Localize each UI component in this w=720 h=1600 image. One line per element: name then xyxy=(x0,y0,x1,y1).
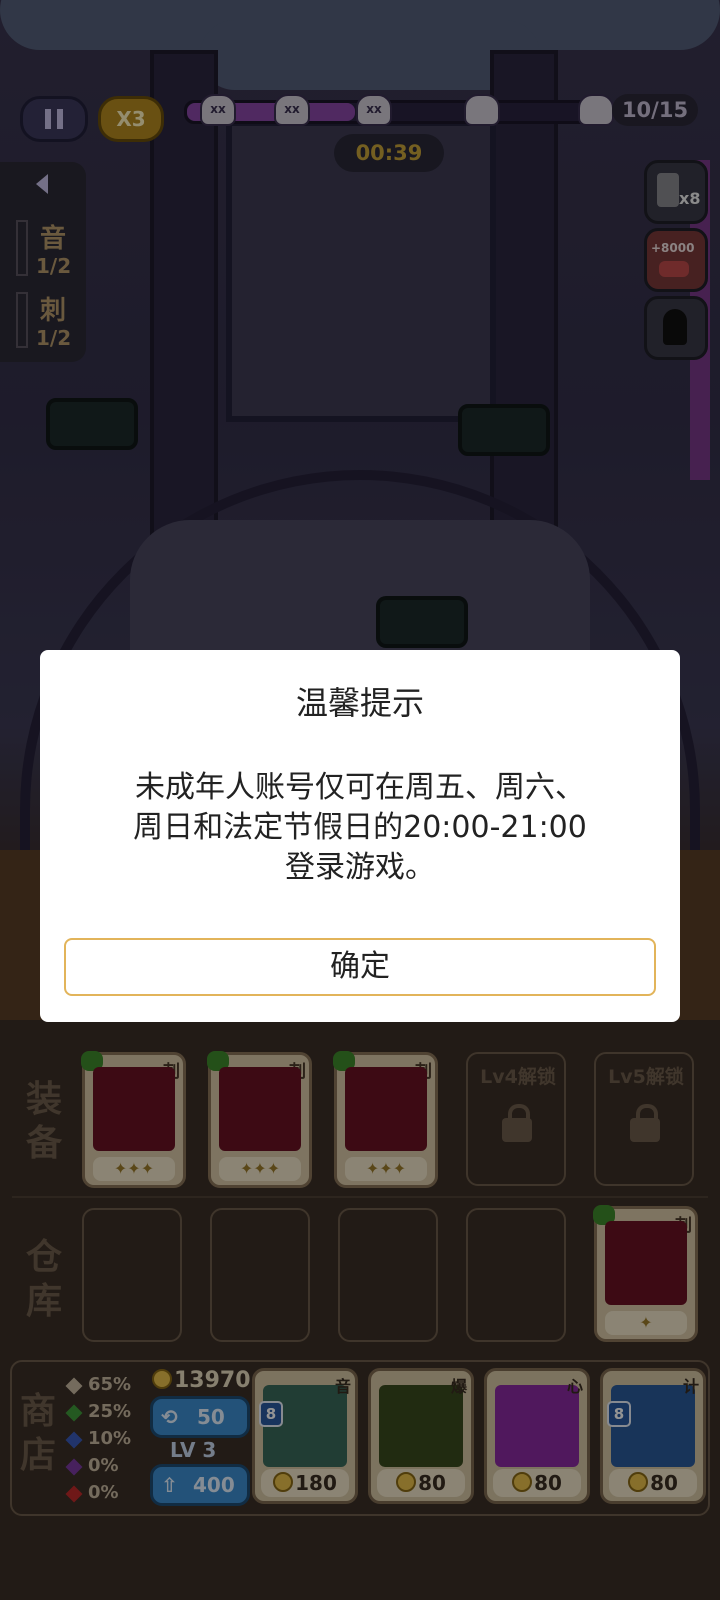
notice-dialog: 温馨提示 未成年人账号仅可在周五、周六、 周日和法定节假日的20:00-21:0… xyxy=(40,650,680,1022)
dialog-title: 温馨提示 xyxy=(295,684,424,722)
dialog-message: 未成年人账号仅可在周五、周六、 周日和法定节假日的20:00-21:00 登录游… xyxy=(100,768,620,888)
dialog-message-line: 登录游戏。 xyxy=(285,850,435,885)
dialog-message-line: 周日和法定节假日的20:00-21:00 xyxy=(133,810,587,845)
dialog-message-line: 未成年人账号仅可在周五、周六、 xyxy=(135,770,585,805)
confirm-button[interactable]: 确定 xyxy=(64,938,656,996)
